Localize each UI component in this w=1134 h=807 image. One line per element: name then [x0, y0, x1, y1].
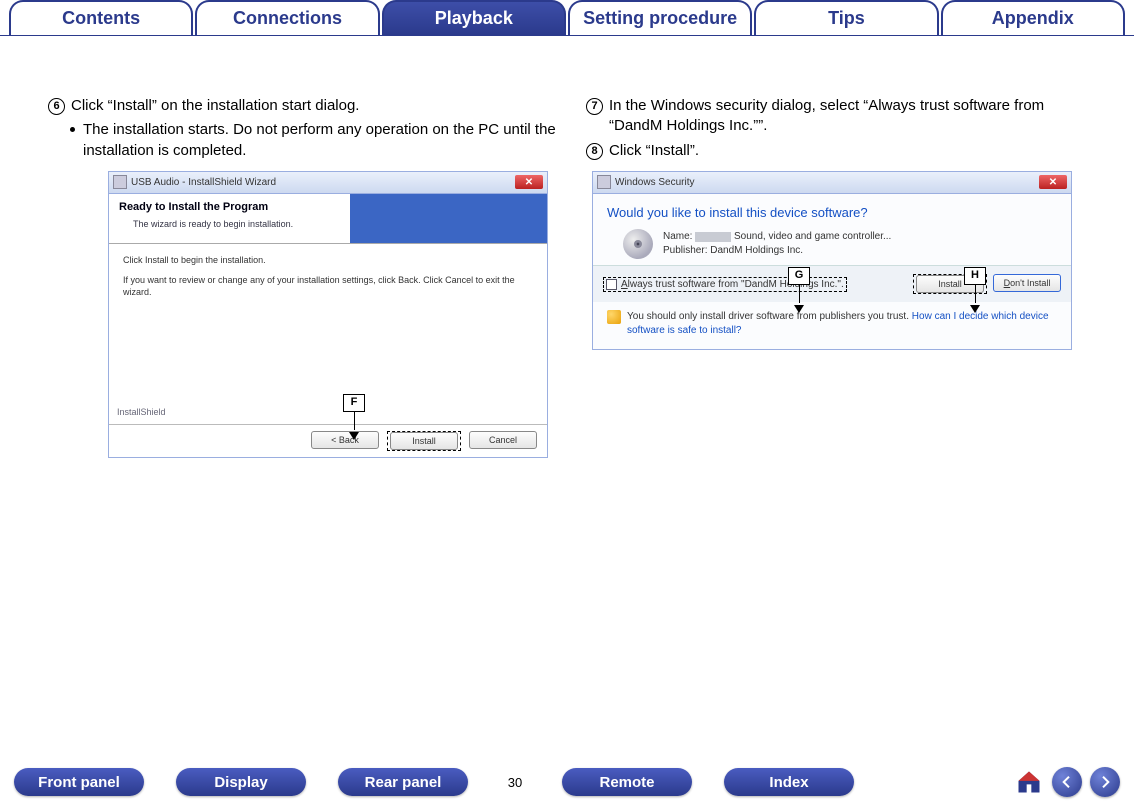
shield-icon [607, 310, 621, 324]
security-buttons: Install Don't Install [913, 274, 1061, 294]
checkbox-icon[interactable] [606, 279, 617, 290]
tab-playback[interactable]: Playback [382, 0, 566, 35]
dialog-banner-title: Ready to Install the Program [119, 200, 537, 215]
dialog-brand: InstallShield [117, 406, 166, 418]
dialog-banner: Ready to Install the Program The wizard … [109, 194, 547, 244]
step-8: 8 Click “Install”. [586, 141, 1094, 161]
home-icon[interactable] [1014, 767, 1044, 797]
note-text: You should only install driver software … [627, 311, 909, 322]
left-column: 6 Click “Install” on the installation st… [48, 96, 556, 458]
callout-arrow-icon [970, 305, 980, 313]
dialog-1-wrap: F USB Audio - InstallShield Wizard ✕ Rea… [48, 171, 556, 458]
step-7: 7 In the Windows security dialog, select… [586, 96, 1094, 137]
redacted-text [695, 232, 731, 242]
installshield-dialog: USB Audio - InstallShield Wizard ✕ Ready… [108, 171, 548, 458]
step-6: 6 Click “Install” on the installation st… [48, 96, 556, 116]
nav-front-panel[interactable]: Front panel [14, 768, 144, 796]
security-info: Name: Sound, video and game controller..… [593, 229, 1071, 265]
step-6-bullet-text: The installation starts. Do not perform … [83, 120, 556, 161]
step-6-marker: 6 [48, 98, 65, 115]
install-button[interactable]: Install [390, 432, 458, 450]
name-value: Sound, video and game controller... [734, 231, 891, 242]
publisher-label: Publisher: [663, 245, 707, 256]
dialog-title: USB Audio - InstallShield Wizard [131, 176, 276, 190]
security-note: You should only install driver software … [593, 302, 1071, 349]
nav-icons [1014, 767, 1120, 797]
security-note-text: You should only install driver software … [627, 310, 1057, 337]
step-7-text: In the Windows security dialog, select “… [609, 96, 1094, 137]
step-7-marker: 7 [586, 98, 603, 115]
tab-setting-procedure[interactable]: Setting procedure [568, 0, 752, 35]
windows-security-dialog: Windows Security ✕ Would you like to ins… [592, 171, 1072, 351]
next-page-button[interactable] [1090, 767, 1120, 797]
bottom-nav: Front panel Display Rear panel 30 Remote… [0, 767, 1134, 797]
callout-7-label: G [788, 267, 810, 285]
step-8-text: Click “Install”. [609, 141, 1094, 161]
step-6-bullet: The installation starts. Do not perform … [70, 120, 556, 161]
tab-contents[interactable]: Contents [9, 0, 193, 35]
dialog-body-line1: Click Install to begin the installation. [123, 254, 533, 266]
callout-arrow-icon [794, 305, 804, 313]
callout-7: G [788, 267, 810, 313]
page-number: 30 [500, 775, 530, 790]
dialog-titlebar: Windows Security ✕ [593, 172, 1071, 194]
nav-remote[interactable]: Remote [562, 768, 692, 796]
security-button-row: AAlways trust software from “DandM Holdi… [593, 265, 1071, 302]
close-icon[interactable]: ✕ [1039, 175, 1067, 189]
security-question: Would you like to install this device so… [593, 194, 1071, 230]
dialog-banner-sub: The wizard is ready to begin installatio… [133, 218, 537, 230]
security-name-line: Name: Sound, video and game controller..… [663, 230, 891, 244]
dialog-body: Click Install to begin the installation.… [109, 244, 547, 424]
callout-arrow-icon [349, 432, 359, 440]
security-publisher-line: Publisher: DandM Holdings Inc. [663, 244, 891, 258]
dialog-titlebar: USB Audio - InstallShield Wizard ✕ [109, 172, 547, 194]
tab-tips[interactable]: Tips [754, 0, 938, 35]
security-lines: Name: Sound, video and game controller..… [663, 230, 891, 258]
nav-index[interactable]: Index [724, 768, 854, 796]
dialog-title: Windows Security [615, 176, 694, 190]
install-button-highlight: Install [387, 431, 461, 451]
trust-label: AAlways trust software from “DandM Holdi… [621, 278, 844, 292]
dialog-body-line2: If you want to review or change any of y… [123, 274, 533, 298]
tab-connections[interactable]: Connections [195, 0, 379, 35]
dialog-2-wrap: G H Windows Security ✕ Would you like to… [586, 171, 1094, 351]
step-8-marker: 8 [586, 143, 603, 160]
trust-checkbox-highlight: AAlways trust software from “DandM Holdi… [603, 277, 847, 293]
prev-page-button[interactable] [1052, 767, 1082, 797]
bullet-icon [70, 127, 75, 132]
step-6-text: Click “Install” on the installation star… [71, 96, 556, 116]
callout-8: H [964, 267, 986, 313]
dialog-sys-icon [597, 175, 611, 189]
nav-rear-panel[interactable]: Rear panel [338, 768, 468, 796]
speaker-icon [623, 229, 653, 259]
callout-stem [975, 285, 976, 303]
name-label: Name: [663, 231, 692, 242]
dialog-button-row: < Back Install Cancel [109, 424, 547, 457]
callout-stem [799, 285, 800, 303]
dialog-sys-icon [113, 175, 127, 189]
top-tabs: Contents Connections Playback Setting pr… [0, 0, 1134, 36]
tab-appendix[interactable]: Appendix [941, 0, 1125, 35]
content-area: 6 Click “Install” on the installation st… [0, 36, 1134, 458]
cancel-button[interactable]: Cancel [469, 431, 537, 449]
dont-install-button[interactable]: Don't Install [993, 274, 1061, 292]
publisher-value: DandM Holdings Inc. [710, 245, 803, 256]
nav-display[interactable]: Display [176, 768, 306, 796]
callout-8-label: H [964, 267, 986, 285]
right-column: 7 In the Windows security dialog, select… [586, 96, 1094, 458]
close-icon[interactable]: ✕ [515, 175, 543, 189]
